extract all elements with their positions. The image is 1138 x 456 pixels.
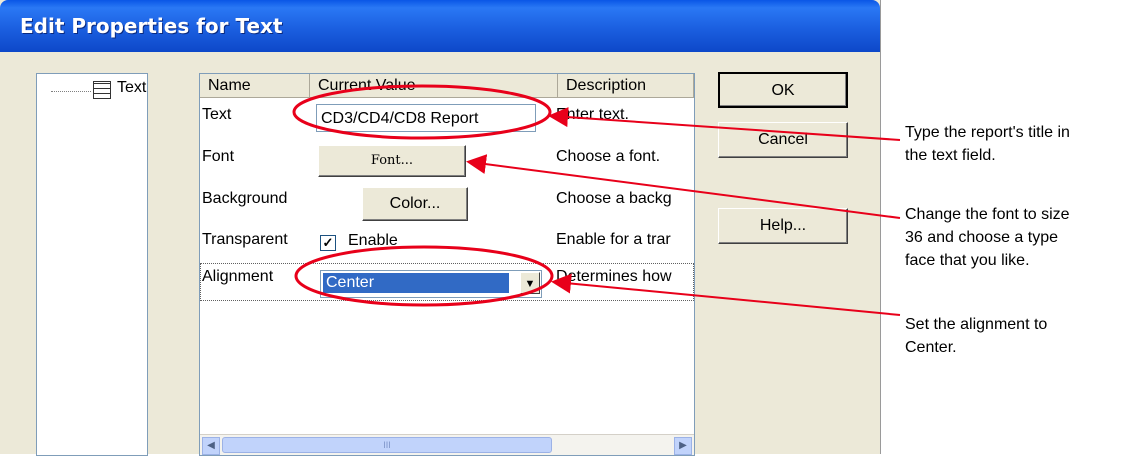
background-color-swatch: [318, 189, 362, 221]
row-name-alignment: Alignment: [202, 268, 274, 285]
alignment-select[interactable]: Center ▼: [320, 270, 542, 298]
row-description-alignment: Determines how: [556, 268, 672, 285]
dialog-title: Edit Properties for Text: [20, 14, 283, 38]
annotation-alignment-line: Center.: [905, 339, 957, 356]
annotation-alignment: Set the alignment to Center.: [905, 313, 1047, 359]
tree-connector: [51, 91, 91, 92]
annotation-font-line: 36 and choose a type: [905, 229, 1059, 246]
scroll-right-icon[interactable]: ▶: [674, 437, 692, 455]
tree-item-icon: [93, 81, 111, 99]
scroll-thumb[interactable]: III: [222, 437, 552, 453]
transparent-checkbox[interactable]: ✓: [320, 235, 336, 251]
annotation-title-line: the text field.: [905, 147, 996, 164]
annotation-font-line: Change the font to size: [905, 206, 1070, 223]
row-description-background: Choose a backg: [556, 190, 672, 207]
annotation-font-line: face that you like.: [905, 252, 1030, 269]
help-button[interactable]: Help...: [718, 208, 848, 244]
horizontal-scrollbar[interactable]: ◀ III ▶: [200, 434, 694, 455]
tree-item-text[interactable]: Text: [117, 79, 146, 97]
row-name-background: Background: [202, 190, 288, 207]
title-bar: Edit Properties for Text: [0, 0, 880, 52]
annotation-title-line: Type the report's title in: [905, 124, 1070, 141]
dropdown-arrow-icon[interactable]: ▼: [520, 272, 540, 294]
column-header-name[interactable]: Name: [200, 74, 310, 98]
row-name-text: Text: [202, 106, 232, 123]
annotation-title: Type the report's title in the text fiel…: [905, 121, 1070, 167]
annotation-font: Change the font to size 36 and choose a …: [905, 203, 1070, 272]
column-header-current-value[interactable]: Current Value: [310, 74, 558, 98]
scroll-left-icon[interactable]: ◀: [202, 437, 220, 455]
edit-properties-dialog: Edit Properties for Text Text Name Curre…: [0, 0, 881, 456]
property-tree: Text: [36, 73, 148, 456]
checkmark-icon: ✓: [322, 235, 334, 250]
row-description-transparent: Enable for a trar: [556, 231, 671, 248]
color-button[interactable]: Color...: [362, 187, 468, 221]
row-name-font: Font: [202, 148, 235, 165]
cancel-button[interactable]: Cancel: [718, 122, 848, 158]
row-description-text: Enter text.: [556, 106, 629, 123]
property-grid: Name Current Value Description Text CD3/…: [199, 73, 695, 456]
row-name-transparent: Transparent: [202, 231, 288, 248]
ok-button[interactable]: OK: [718, 72, 848, 108]
column-header-description[interactable]: Description: [558, 74, 694, 98]
row-description-font: Choose a font.: [556, 148, 661, 165]
font-button[interactable]: Font...: [318, 145, 466, 177]
alignment-selected-value: Center: [323, 273, 509, 293]
annotation-alignment-line: Set the alignment to: [905, 316, 1048, 333]
text-value-field[interactable]: CD3/CD4/CD8 Report: [316, 104, 536, 132]
transparent-checkbox-label[interactable]: Enable: [348, 232, 398, 250]
